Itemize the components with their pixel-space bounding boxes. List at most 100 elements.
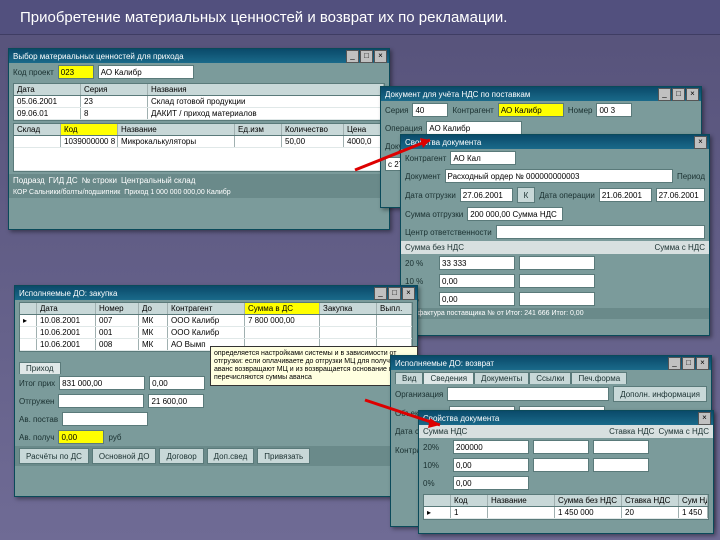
label: Номер bbox=[568, 106, 593, 115]
max-icon[interactable]: □ bbox=[360, 50, 373, 63]
av-pol: 0,00 bbox=[58, 430, 104, 444]
val-0[interactable]: 0,00 bbox=[439, 292, 515, 306]
label-project: Код проект bbox=[13, 68, 54, 77]
label: Центр ответственности bbox=[405, 228, 492, 237]
close-icon[interactable]: × bbox=[402, 287, 415, 300]
min-icon[interactable]: _ bbox=[374, 287, 387, 300]
btn-link[interactable]: Привязать bbox=[257, 448, 310, 464]
btn-main-do[interactable]: Основной ДО bbox=[92, 448, 157, 464]
val[interactable] bbox=[519, 256, 595, 270]
doc-field[interactable]: Расходный ордер № 000000000003 bbox=[445, 169, 673, 183]
v20c[interactable] bbox=[593, 440, 649, 454]
label: Итог прих bbox=[19, 379, 55, 388]
title-bar[interactable]: Свойства документа × bbox=[401, 135, 709, 149]
label: Ав. получ bbox=[19, 433, 54, 442]
cell bbox=[14, 136, 61, 147]
contractor-field[interactable]: АО Калибр bbox=[98, 65, 194, 79]
v10[interactable]: 0,00 bbox=[453, 458, 529, 472]
btn-calc-ds[interactable]: Расчёты по ДС bbox=[19, 448, 89, 464]
val-10[interactable]: 0,00 bbox=[439, 274, 515, 288]
items-grid[interactable]: Склад Код Название Ед.изм Количество Цен… bbox=[13, 123, 385, 172]
cell: 09.06.01 bbox=[14, 108, 81, 119]
close-icon[interactable]: × bbox=[374, 50, 387, 63]
op-date[interactable]: 21.06.2001 bbox=[599, 188, 652, 202]
label: Сумма без НДС bbox=[405, 243, 464, 252]
title-bar[interactable]: Документ для учёта НДС по поставкам _□× bbox=[381, 87, 701, 101]
col: Выпл. bbox=[377, 303, 412, 314]
footer-label: ГИД ДС bbox=[49, 176, 78, 185]
max-icon[interactable]: □ bbox=[682, 357, 695, 370]
info-button[interactable]: Дополн. информация bbox=[613, 386, 707, 402]
min-icon[interactable]: _ bbox=[346, 50, 359, 63]
col bbox=[424, 495, 451, 506]
type-field[interactable]: АО Калибр bbox=[426, 121, 522, 135]
tab-info[interactable]: Сведения bbox=[423, 372, 474, 384]
v20b[interactable] bbox=[533, 440, 589, 454]
tab-links[interactable]: Ссылки bbox=[529, 372, 571, 384]
bottom-grid[interactable]: Код Название Сумма без НДС Ставка НДС Су… bbox=[423, 494, 709, 520]
tab-prih[interactable]: Приход bbox=[19, 362, 61, 374]
tab-docs[interactable]: Документы bbox=[474, 372, 529, 384]
title-bar[interactable]: Свойства документа × bbox=[419, 411, 713, 425]
center-field[interactable] bbox=[496, 225, 705, 239]
do-grid[interactable]: Дата Номер До Контрагент Сумма в ДС Заку… bbox=[19, 302, 413, 352]
title-bar[interactable]: Исполняемые ДО: закупка _□× bbox=[15, 286, 417, 300]
amt-field[interactable]: 200 000,00 Сумма НДС bbox=[467, 207, 563, 221]
cell: 1039000000 8 bbox=[61, 136, 118, 147]
col: До bbox=[139, 303, 168, 314]
max-icon[interactable]: □ bbox=[672, 88, 685, 101]
contr-field[interactable]: АО Кал bbox=[450, 151, 516, 165]
val[interactable] bbox=[519, 292, 595, 306]
window-title: Исполняемые ДО: возврат bbox=[395, 359, 494, 368]
cell: 4000,0 bbox=[344, 136, 384, 147]
btn-contract[interactable]: Договор bbox=[159, 448, 203, 464]
footer-text: Сч. фактура поставщика № от Итог: 241 66… bbox=[405, 310, 584, 317]
footer-label: Центральный склад bbox=[121, 176, 195, 185]
series-field[interactable]: 40 bbox=[412, 103, 448, 117]
col: Сум НДС bbox=[679, 495, 708, 506]
ship-date[interactable]: 27.06.2001 bbox=[460, 188, 513, 202]
contr-field[interactable]: АО Калибр bbox=[498, 103, 564, 117]
label: Дата отгрузки bbox=[405, 191, 456, 200]
label: Сумма с НДС bbox=[654, 243, 705, 252]
footer-text: Приход 1 000 000 000,00 Калибр bbox=[124, 189, 230, 196]
v10b[interactable] bbox=[533, 458, 589, 472]
label: Операция bbox=[385, 124, 422, 133]
org-field[interactable] bbox=[447, 387, 609, 401]
title-bar[interactable]: Выбор материальных ценностей для прихода… bbox=[9, 49, 389, 63]
label: Сумма НДС bbox=[423, 427, 605, 436]
min-icon[interactable]: _ bbox=[668, 357, 681, 370]
v0[interactable]: 0,00 bbox=[453, 476, 529, 490]
col bbox=[20, 303, 37, 314]
window-title: Свойства документа bbox=[423, 414, 499, 423]
project-field[interactable]: 023 bbox=[58, 65, 94, 79]
label: Контрагент bbox=[405, 154, 446, 163]
cal-button[interactable]: К bbox=[517, 187, 536, 203]
col: Сумма в ДС bbox=[245, 303, 320, 314]
tab-view[interactable]: Вид bbox=[395, 372, 423, 384]
close-icon[interactable]: × bbox=[694, 136, 707, 149]
tab-print[interactable]: Печ.форма bbox=[571, 372, 627, 384]
v20[interactable]: 200000 bbox=[453, 440, 529, 454]
cell: 05.06.2001 bbox=[14, 96, 81, 107]
max-icon[interactable]: □ bbox=[388, 287, 401, 300]
v10c[interactable] bbox=[593, 458, 649, 472]
col: Ед.изм bbox=[235, 124, 282, 135]
val-20[interactable]: 33 333 bbox=[439, 256, 515, 270]
close-icon[interactable]: × bbox=[686, 88, 699, 101]
per-field[interactable]: 27.06.2001 bbox=[656, 188, 705, 202]
col: Номер bbox=[96, 303, 139, 314]
cell: Микрокалькуляторы bbox=[118, 136, 235, 147]
label: Контрагент bbox=[452, 106, 493, 115]
num-field[interactable]: 00 3 bbox=[596, 103, 632, 117]
title-bar[interactable]: Исполняемые ДО: возврат _□× bbox=[391, 356, 711, 370]
val[interactable] bbox=[519, 274, 595, 288]
col-date: Дата bbox=[14, 84, 81, 95]
min-icon[interactable]: _ bbox=[658, 88, 671, 101]
cell: Склад готовой продукции bbox=[148, 96, 384, 107]
window-title: Выбор материальных ценностей для прихода bbox=[13, 52, 184, 61]
close-icon[interactable]: × bbox=[696, 357, 709, 370]
label: Ав. постав bbox=[19, 415, 58, 424]
close-icon[interactable]: × bbox=[698, 412, 711, 425]
btn-extra[interactable]: Доп.свед bbox=[207, 448, 255, 464]
